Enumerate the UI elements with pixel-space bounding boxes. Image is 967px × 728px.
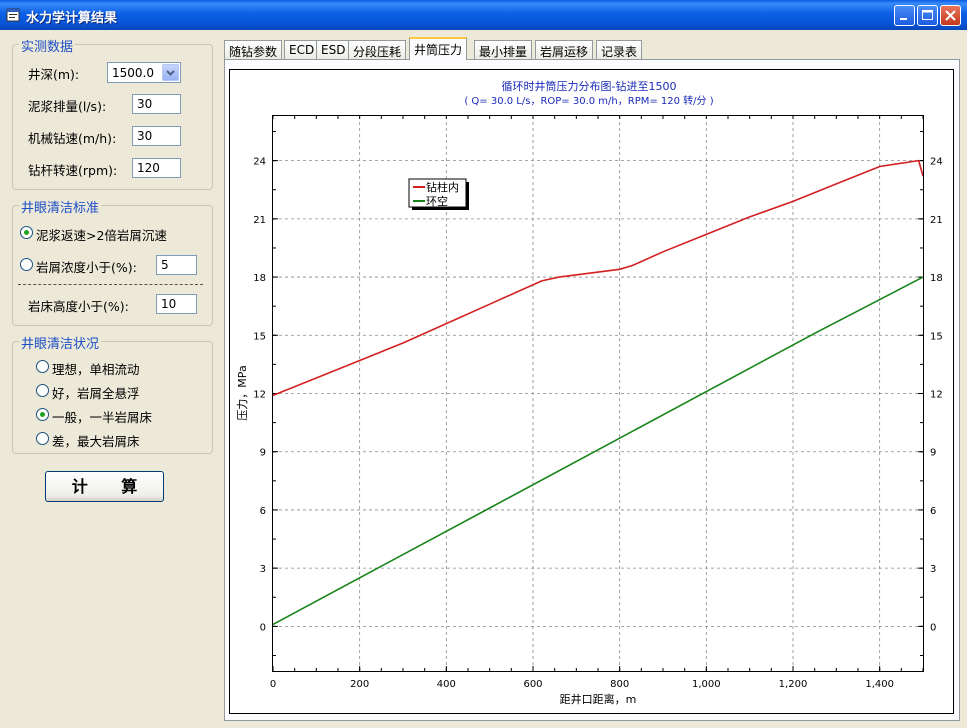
status-option-label: 理想，单相流动 [52, 362, 140, 377]
status-legend: 井眼清洁状况 [19, 333, 102, 352]
depth-label: 井深(m): [28, 67, 80, 82]
x-tick-label: 400 [437, 679, 456, 690]
x-tick-label: 0 [270, 679, 276, 690]
depth-value: 1500.0 [112, 66, 154, 80]
status-option-radio[interactable] [36, 432, 49, 445]
tab-section-pressure-loss[interactable]: 分段压耗 [348, 40, 407, 59]
y-tick-label-right: 18 [930, 273, 943, 284]
y-tick-label-right: 6 [930, 506, 936, 517]
y-tick-label-right: 21 [930, 215, 943, 226]
tab-drilling-params[interactable]: 随钻参数 [224, 40, 283, 59]
y-tick-label-right: 3 [930, 564, 936, 575]
calculate-button[interactable]: 计 算 [45, 471, 164, 502]
chart-title: 循环时井筒压力分布图-钻进至1500 [502, 79, 677, 93]
tab-cuttings-transport[interactable]: 岩屑运移 [535, 40, 594, 59]
y-tick-label: 9 [260, 448, 266, 459]
bed-height-label: 岩床高度小于(%): [28, 299, 129, 314]
tab-min-flow[interactable]: 最小排量 [474, 40, 533, 59]
criteria-legend: 井眼清洁标准 [19, 197, 102, 216]
y-tick-label-right: 12 [930, 390, 943, 401]
chart-legend: 钻柱内 环空 [408, 178, 469, 210]
y-tick-label-right: 24 [930, 157, 943, 168]
tab-wellbore-pressure[interactable]: 井筒压力 [409, 37, 468, 60]
criteria-option2-radio[interactable] [20, 258, 33, 271]
minimize-button[interactable] [894, 5, 915, 26]
x-tick-label: 200 [350, 679, 369, 690]
pressure-chart: 循环时井筒压力分布图-钻进至1500 ( Q= 30.0 L/s，ROP= 30… [229, 69, 954, 714]
maximize-button[interactable] [917, 5, 938, 26]
title-bar: 水力学计算结果 [0, 0, 967, 30]
x-tick-label: 1,400 [865, 679, 894, 690]
selected-dot [40, 412, 45, 417]
chart-subtitle: ( Q= 30.0 L/s，ROP= 30.0 m/h，RPM= 120 转/分… [464, 94, 713, 107]
status-option-label: 差，最大岩屑床 [52, 434, 140, 449]
window-title: 水力学计算结果 [26, 11, 118, 26]
maximize-icon [922, 10, 933, 20]
chart-frame [229, 69, 954, 714]
rop-label: 机械钻速(m/h): [28, 131, 117, 146]
criteria-option2-label: 岩屑浓度小于(%): [36, 260, 137, 275]
minimize-icon [900, 18, 907, 20]
y-tick-label-right: 15 [930, 331, 943, 342]
y-tick-label: 21 [253, 215, 266, 226]
criteria-option1-label: 泥浆返速>2倍岩屑沉速 [36, 228, 167, 243]
depth-select[interactable]: 1500.0 [107, 62, 181, 83]
rpm-label: 钻杆转速(rpm): [28, 163, 118, 178]
tab-esd[interactable]: ESD [316, 40, 351, 59]
rop-input[interactable] [132, 126, 181, 146]
y-tick-label-right: 9 [930, 448, 936, 459]
y-tick-label: 24 [253, 157, 266, 168]
selected-dot [24, 230, 29, 235]
status-option-label: 好，岩屑全悬浮 [52, 386, 140, 401]
close-button[interactable] [940, 5, 961, 26]
rpm-input[interactable] [132, 158, 181, 178]
x-tick-label: 1,200 [779, 679, 808, 690]
tab-records[interactable]: 记录表 [596, 40, 643, 59]
divider [18, 284, 203, 285]
y-tick-label: 0 [260, 622, 266, 633]
app-icon [6, 8, 20, 22]
status-option-radio[interactable] [36, 408, 49, 421]
y-tick-label: 18 [253, 273, 266, 284]
legend-label: 钻柱内 [426, 180, 459, 194]
y-tick-label: 15 [253, 331, 266, 342]
bed-height-input[interactable] [156, 294, 197, 314]
cuttings-concentration-input[interactable] [156, 255, 197, 275]
measured-data-legend: 实测数据 [19, 36, 76, 55]
x-axis-label: 距井口距离，m [560, 692, 637, 706]
y-tick-label: 6 [260, 506, 266, 517]
y-tick-label: 3 [260, 564, 266, 575]
flow-label: 泥浆排量(l/s): [28, 99, 107, 114]
legend-label: 环空 [426, 194, 448, 208]
x-tick-label: 1,000 [692, 679, 721, 690]
chevron-down-icon[interactable] [162, 64, 179, 81]
x-tick-label: 800 [610, 679, 629, 690]
criteria-option1-radio[interactable] [20, 226, 33, 239]
status-option-label: 一般，一半岩屑床 [52, 410, 153, 425]
y-tick-label: 12 [253, 390, 266, 401]
close-icon [945, 10, 956, 21]
y-axis-label: 压力，MPa [236, 365, 249, 420]
status-option-radio[interactable] [36, 384, 49, 397]
x-tick-label: 600 [523, 679, 542, 690]
y-tick-label-right: 0 [930, 622, 936, 633]
status-option-radio[interactable] [36, 360, 49, 373]
tab-ecd[interactable]: ECD [284, 40, 320, 59]
flow-input[interactable] [132, 94, 181, 114]
